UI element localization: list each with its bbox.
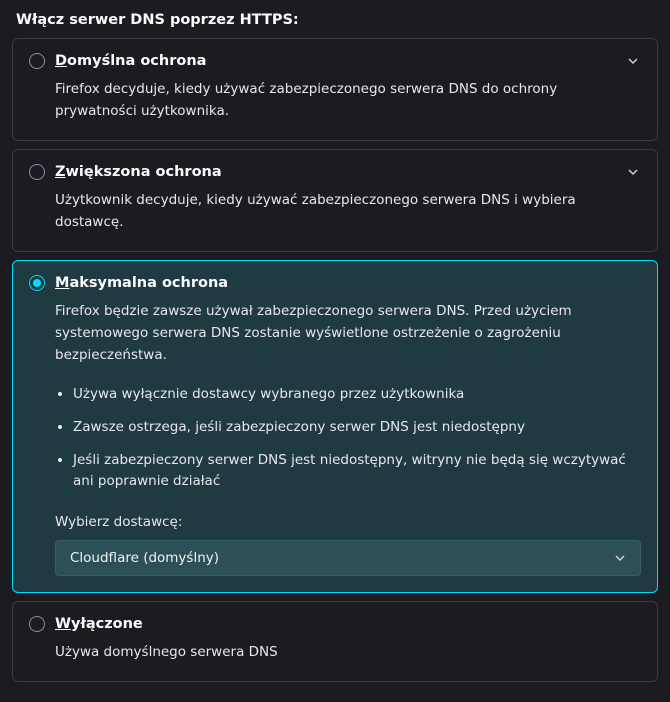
provider-select[interactable]: Cloudflare (domyślny) [55, 540, 641, 576]
provider-value: Cloudflare (domyślny) [70, 550, 219, 566]
option-label: Domyślna ochrona [55, 53, 206, 69]
option-header: Wyłączone [29, 616, 641, 632]
option-description: Firefox decyduje, kiedy używać zabezpiec… [55, 79, 641, 122]
dns-option-increased[interactable]: Zwiększona ochrona Użytkownik decyduje, … [12, 149, 658, 252]
option-label: Zwiększona ochrona [55, 164, 222, 180]
option-label: Maksymalna ochrona [55, 275, 228, 291]
option-description: Użytkownik decyduje, kiedy używać zabezp… [55, 190, 641, 233]
radio-icon[interactable] [29, 616, 45, 632]
radio-icon[interactable] [29, 164, 45, 180]
provider-label: Wybierz dostawcę: [55, 514, 641, 530]
option-label: Wyłączone [55, 616, 143, 632]
feature-list: Używa wyłącznie dostawcy wybranego przez… [55, 384, 641, 492]
section-title: Włącz serwer DNS poprzez HTTPS: [16, 12, 658, 28]
option-header: Domyślna ochrona [29, 53, 641, 69]
chevron-down-icon[interactable] [627, 55, 639, 71]
option-header: Maksymalna ochrona [29, 275, 641, 291]
chevron-down-icon [614, 552, 626, 564]
list-item: Zawsze ostrzega, jeśli zabezpieczony ser… [73, 417, 641, 438]
option-description: Firefox będzie zawsze używał zabezpieczo… [55, 301, 641, 366]
option-header: Zwiększona ochrona [29, 164, 641, 180]
radio-icon[interactable] [29, 275, 45, 291]
list-item: Jeśli zabezpieczony serwer DNS jest nied… [73, 450, 641, 492]
chevron-down-icon[interactable] [627, 166, 639, 182]
dns-option-off[interactable]: Wyłączone Używa domyślnego serwera DNS [12, 601, 658, 683]
provider-block: Wybierz dostawcę: Cloudflare (domyślny) [55, 514, 641, 576]
list-item: Używa wyłącznie dostawcy wybranego przez… [73, 384, 641, 405]
radio-icon[interactable] [29, 53, 45, 69]
dns-option-default[interactable]: Domyślna ochrona Firefox decyduje, kiedy… [12, 38, 658, 141]
dns-option-max[interactable]: Maksymalna ochrona Firefox będzie zawsze… [12, 260, 658, 592]
option-description: Używa domyślnego serwera DNS [55, 642, 641, 664]
